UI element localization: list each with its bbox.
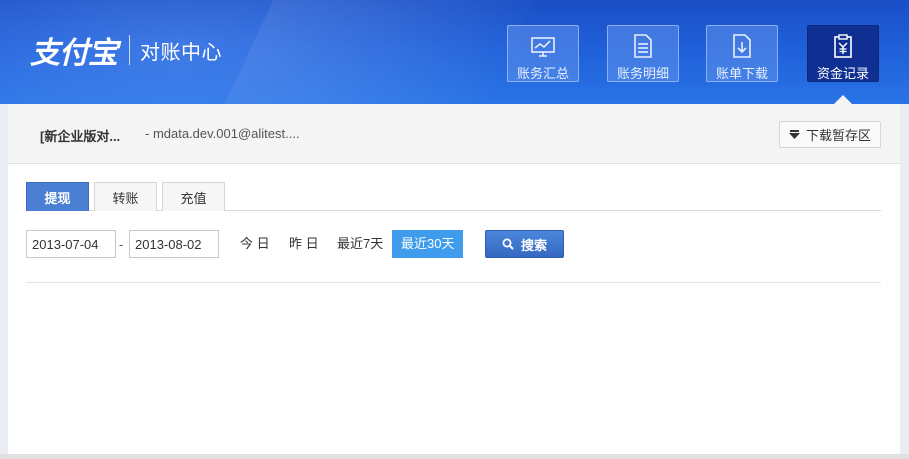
nav-account-details[interactable]: 账务明细 [607,25,679,82]
nav-account-summary[interactable]: 账务汇总 [507,25,579,82]
end-date-input[interactable] [129,230,219,258]
header: 支付宝 对账中心 账务汇总 账务明细 账单下载 资金记录 [0,0,909,104]
quick-today[interactable]: 今 日 [240,230,270,258]
tab-withdraw[interactable]: 提现 [26,182,89,211]
nav-label: 账务明细 [616,66,669,81]
chart-monitor-icon [508,26,578,58]
logo-separator [129,35,130,65]
download-area-button[interactable]: 下载暂存区 [779,121,881,148]
yuan-clipboard-icon [808,26,878,58]
nav-fund-records[interactable]: 资金记录 [807,25,879,82]
date-separator: - [119,237,124,252]
nav-bill-download[interactable]: 账单下载 [706,25,778,82]
nav-label: 资金记录 [816,66,869,81]
page-bottom-edge [0,454,909,459]
start-date-input[interactable] [26,230,116,258]
arrow-down-icon [788,129,800,140]
tab-recharge[interactable]: 充值 [162,182,225,211]
logo[interactable]: 支付宝 对账中心 [30,30,222,71]
search-icon [502,238,514,250]
search-label: 搜索 [520,237,547,253]
download-file-icon [707,26,777,58]
quick-yesterday[interactable]: 昨 日 [289,230,319,258]
nav-label: 账单下载 [715,66,768,81]
brand-logo: 支付宝 [30,36,118,71]
quick-last-7-days[interactable]: 最近7天 [337,230,383,258]
divider [26,282,881,283]
search-button[interactable]: 搜索 [485,230,564,258]
record-tabs: 提现 转账 充值 [26,182,881,211]
download-area-label: 下载暂存区 [805,128,871,143]
account-name[interactable]: [新企业版对... [40,126,120,145]
document-icon [608,26,678,58]
account-email: - mdata.dev.001@alitest.... [145,126,300,141]
content-panel: [新企业版对... - mdata.dev.001@alitest.... 下载… [8,104,900,454]
page-title: 对账中心 [140,41,222,64]
date-filter: - 今 日 昨 日 最近7天 最近30天 搜索 [26,230,886,258]
quick-last-30-days[interactable]: 最近30天 [392,230,464,258]
tab-transfer[interactable]: 转账 [94,182,157,211]
active-nav-pointer [834,95,852,104]
nav-label: 账务汇总 [516,66,569,81]
account-bar: [新企业版对... - mdata.dev.001@alitest.... 下载… [8,104,900,164]
